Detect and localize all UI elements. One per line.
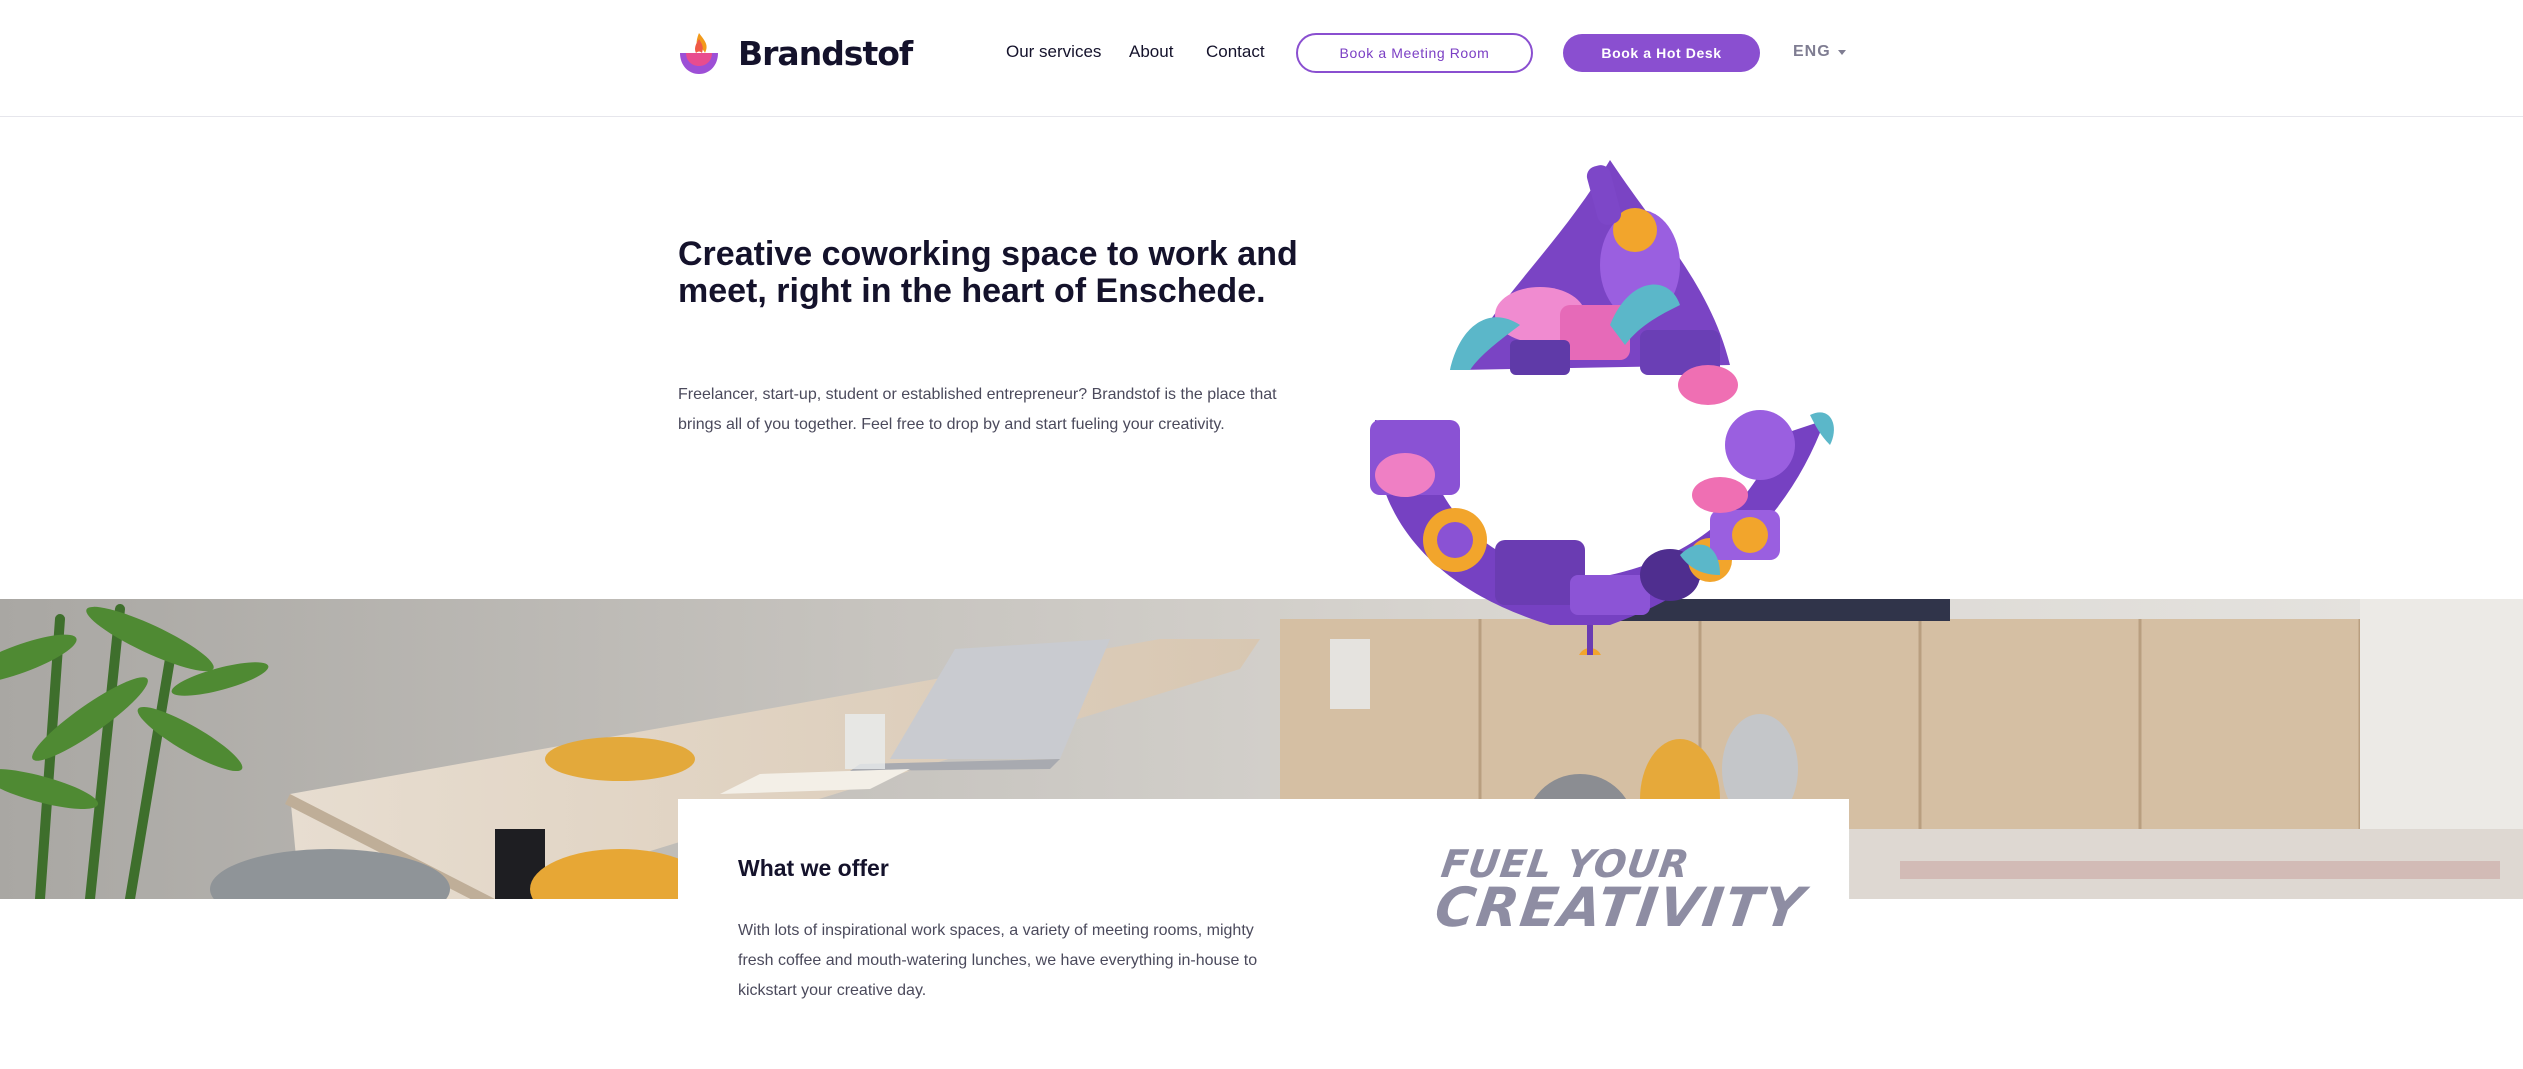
tagline-line-2: CREATIVITY bbox=[1431, 876, 1810, 939]
fuel-your-creativity-tagline: FUEL YOUR CREATIVITY bbox=[1431, 842, 1814, 939]
offer-title: What we offer bbox=[738, 855, 889, 881]
offer-card: What we offer With lots of inspirational… bbox=[678, 799, 1849, 1069]
hero-title: Creative coworking space to work and mee… bbox=[678, 235, 1298, 310]
brand-name: Brandstof bbox=[738, 33, 913, 73]
book-hot-desk-button[interactable]: Book a Hot Desk bbox=[1563, 34, 1760, 72]
nav-about[interactable]: About bbox=[1129, 42, 1173, 62]
book-meeting-room-button[interactable]: Book a Meeting Room bbox=[1296, 33, 1533, 73]
fuel-drop-illustration bbox=[1370, 160, 1834, 655]
nav-our-services[interactable]: Our services bbox=[1006, 42, 1101, 62]
chevron-down-icon bbox=[1837, 49, 1846, 55]
flame-cup-icon bbox=[680, 33, 718, 74]
brand-logo[interactable]: Brandstof bbox=[678, 31, 913, 75]
offer-text: With lots of inspirational work spaces, … bbox=[738, 922, 1258, 999]
site-header: Brandstof Our services About Contact Boo… bbox=[0, 0, 2523, 117]
hero-text: Freelancer, start-up, student or establi… bbox=[678, 386, 1277, 433]
language-selector[interactable]: ENG bbox=[1793, 43, 1846, 61]
language-label: ENG bbox=[1793, 43, 1831, 60]
nav-contact[interactable]: Contact bbox=[1206, 42, 1265, 62]
